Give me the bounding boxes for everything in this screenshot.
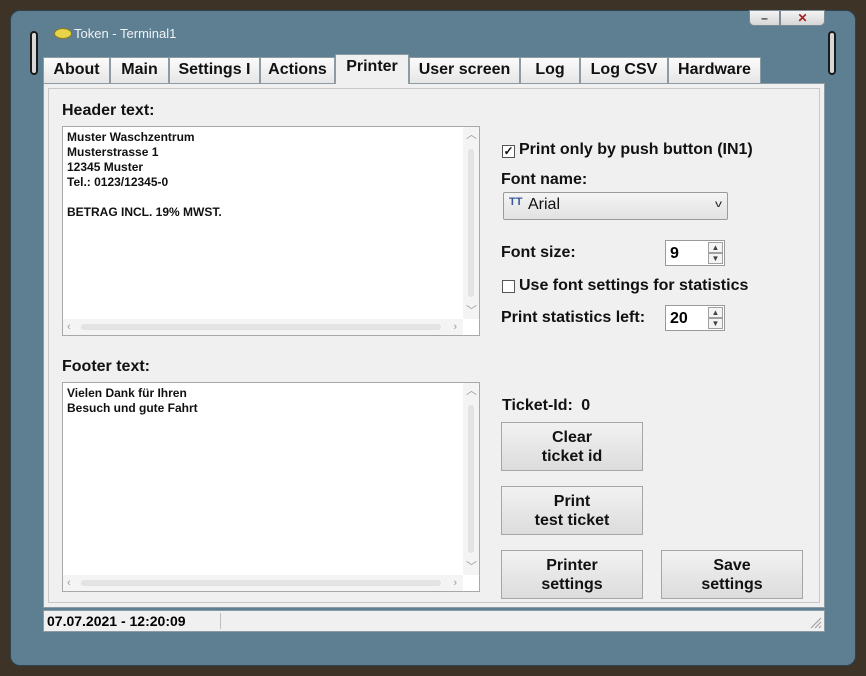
header-line: BETRAG INCL. 19% MWST. xyxy=(67,205,222,219)
button-line: ticket id xyxy=(541,447,603,465)
header-textarea[interactable]: Muster Waschzentrum Musterstrasse 1 1234… xyxy=(62,126,480,336)
header-line: Musterstrasse 1 xyxy=(67,145,159,159)
header-text-label: Header text: xyxy=(62,102,155,119)
scroll-thumb[interactable] xyxy=(81,580,441,586)
button-line: Printer xyxy=(546,556,598,574)
font-name-select[interactable]: TT Arial v xyxy=(503,192,728,220)
ticket-id-value: 0 xyxy=(581,397,591,414)
footer-textarea[interactable]: Vielen Dank für Ihren Besuch und gute Fa… xyxy=(62,382,480,592)
font-size-value: 9 xyxy=(670,245,679,262)
button-line: settings xyxy=(541,575,603,593)
header-line xyxy=(67,190,222,205)
font-size-label: Font size: xyxy=(501,244,576,261)
resize-grip-icon[interactable] xyxy=(810,617,822,629)
header-vertical-scrollbar[interactable]: ︿ ﹀ xyxy=(463,127,479,319)
tab-log-csv[interactable]: Log CSV xyxy=(580,57,668,83)
ticket-id-caption: Ticket-Id: xyxy=(502,397,573,414)
status-datetime: 07.07.2021 - 12:20:09 xyxy=(47,613,186,629)
scroll-thumb[interactable] xyxy=(468,405,474,553)
window-title: Token - Terminal1 xyxy=(74,26,177,41)
footer-text-content: Vielen Dank für Ihren Besuch und gute Fa… xyxy=(67,386,198,416)
title-bar: Token - Terminal1 – ✕ xyxy=(11,10,855,47)
footer-text-label: Footer text: xyxy=(62,358,150,375)
footer-vertical-scrollbar[interactable]: ︿ ﹀ xyxy=(463,383,479,575)
scroll-up-icon[interactable]: ︿ xyxy=(466,129,477,141)
header-line: Muster Waschzentrum xyxy=(67,130,195,144)
push-button-checkbox[interactable]: ✓ xyxy=(502,145,515,158)
scroll-left-icon[interactable]: ‹ xyxy=(67,321,71,333)
header-horizontal-scrollbar[interactable]: ‹ › xyxy=(63,319,463,335)
print-test-ticket-button[interactable]: Print test ticket xyxy=(501,486,643,535)
tab-settings-i[interactable]: Settings I xyxy=(169,57,260,83)
binder-ring-right xyxy=(828,31,836,75)
spin-down-icon[interactable]: ▼ xyxy=(708,253,723,264)
token-icon xyxy=(54,28,72,39)
font-name-value: Arial xyxy=(528,196,561,213)
button-line: Save xyxy=(713,556,751,574)
app-window: Token - Terminal1 – ✕ About Main Setting… xyxy=(10,10,856,666)
print-stats-left-value: 20 xyxy=(670,310,688,327)
binder-ring-left xyxy=(30,31,38,75)
tab-main[interactable]: Main xyxy=(110,57,169,83)
printer-settings-button[interactable]: Printer settings xyxy=(501,550,643,599)
scroll-thumb[interactable] xyxy=(468,149,474,297)
chevron-down-icon: v xyxy=(715,199,722,210)
printer-panel: Header text: Muster Waschzentrum Musters… xyxy=(43,83,825,608)
font-name-label: Font name: xyxy=(501,171,588,188)
tab-user-screen[interactable]: User screen xyxy=(409,57,520,83)
scroll-down-icon[interactable]: ﹀ xyxy=(466,561,477,573)
scroll-right-icon[interactable]: › xyxy=(453,577,457,589)
scroll-right-icon[interactable]: › xyxy=(453,321,457,333)
spin-up-icon[interactable]: ▲ xyxy=(708,242,723,253)
header-line: Tel.: 0123/12345-0 xyxy=(67,175,169,189)
scroll-up-icon[interactable]: ︿ xyxy=(466,385,477,397)
button-line: settings xyxy=(701,575,763,593)
button-line: test ticket xyxy=(534,511,610,529)
print-stats-left-label: Print statistics left: xyxy=(501,309,646,326)
tab-log[interactable]: Log xyxy=(520,57,580,83)
status-separator xyxy=(220,613,221,629)
header-line: 12345 Muster xyxy=(67,160,144,174)
scroll-down-icon[interactable]: ﹀ xyxy=(466,305,477,317)
use-font-stats-checkbox[interactable] xyxy=(502,280,515,293)
save-settings-button[interactable]: Save settings xyxy=(661,550,803,599)
tab-hardware[interactable]: Hardware xyxy=(668,57,761,83)
minimize-button[interactable]: – xyxy=(749,10,780,26)
clear-ticket-id-button[interactable]: Clear ticket id xyxy=(501,422,643,471)
footer-horizontal-scrollbar[interactable]: ‹ › xyxy=(63,575,463,591)
tab-printer[interactable]: Printer xyxy=(335,54,409,84)
font-size-spinner[interactable]: 9 ▲ ▼ xyxy=(665,240,725,266)
tab-about[interactable]: About xyxy=(43,57,110,83)
spin-down-icon[interactable]: ▼ xyxy=(708,318,723,329)
scroll-left-icon[interactable]: ‹ xyxy=(67,577,71,589)
close-button[interactable]: ✕ xyxy=(780,10,825,26)
button-line: Print xyxy=(553,492,591,510)
scroll-thumb[interactable] xyxy=(81,324,441,330)
tab-actions[interactable]: Actions xyxy=(260,57,335,83)
footer-line: Vielen Dank für Ihren xyxy=(67,386,187,400)
header-text-content: Muster Waschzentrum Musterstrasse 1 1234… xyxy=(67,130,222,220)
footer-line: Besuch und gute Fahrt xyxy=(67,401,198,415)
use-font-stats-label: Use font settings for statistics xyxy=(519,277,749,294)
print-stats-left-spinner[interactable]: 20 ▲ ▼ xyxy=(665,305,725,331)
ticket-id-label: Ticket-Id: 0 xyxy=(502,397,590,415)
truetype-font-icon: TT xyxy=(509,196,523,208)
button-line: Clear xyxy=(551,428,593,446)
status-bar: 07.07.2021 - 12:20:09 xyxy=(43,610,825,632)
spin-up-icon[interactable]: ▲ xyxy=(708,307,723,318)
push-button-label: Print only by push button (IN1) xyxy=(519,141,753,158)
